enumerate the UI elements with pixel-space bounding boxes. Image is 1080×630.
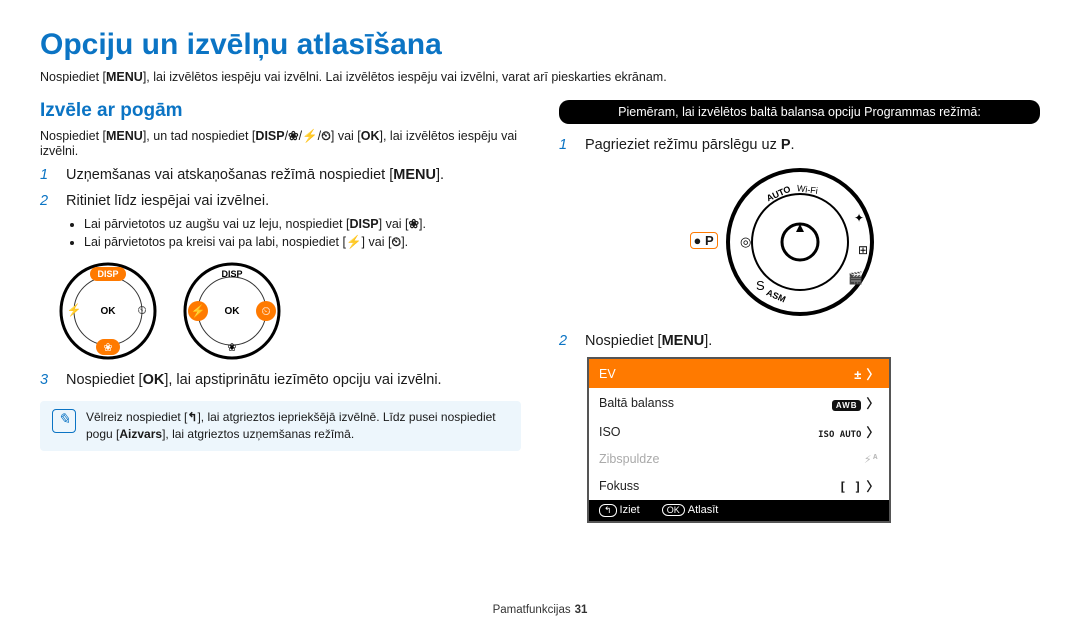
p-mode-highlight: ● P: [690, 232, 718, 249]
r-step-1: 1 Pagrieziet režīmu pārslēgu uz P.: [559, 136, 1040, 156]
step-2-bullets: Lai pārvietotos uz augšu vai uz leju, no…: [70, 215, 521, 251]
svg-text:⚡: ⚡: [191, 304, 206, 318]
svg-text:⏲: ⏲: [137, 303, 146, 317]
lcd-row-iso: ISO ISO AUTO〉: [589, 417, 889, 446]
section-heading: Izvēle ar pogām: [40, 100, 521, 122]
step-2: 2 Ritiniet līdz iespējai vai izvēlnei.: [40, 192, 521, 212]
svg-text:⊞: ⊞: [858, 243, 868, 257]
back-icon: ↰: [599, 504, 617, 517]
lcd-row-ev: EV ±〉: [589, 359, 889, 388]
svg-text:⚡: ⚡: [67, 303, 82, 317]
lcd-row-flash: Zibspuldze ⚡ᴬ: [589, 446, 889, 471]
nav-wheel-b: OK DISP ❀ ⚡ ⏲: [182, 261, 282, 361]
timer-pill-highlight: ⏲: [256, 301, 276, 321]
example-pill: Piemēram, lai izvēlētos baltā balansa op…: [559, 100, 1040, 124]
svg-text:❀: ❀: [103, 342, 112, 354]
section-sub: Nospiediet [MENU], un tad nospiediet [DI…: [40, 128, 521, 158]
lcd-footer: ↰Iziet OKAtlasīt: [589, 500, 889, 521]
flower-pill-highlight: ❀: [96, 339, 120, 355]
menu-label: MENU: [106, 70, 143, 84]
nav-wheel-a: OK ⚡ ⏲ DISP ❀: [58, 261, 158, 361]
left-column: Izvēle ar pogām Nospiediet [MENU], un ta…: [40, 100, 521, 523]
mode-dial: ● P Wi-Fi AUTO ASM ◎ ✦ ⊞: [720, 162, 880, 322]
note-icon: ✎: [52, 409, 76, 433]
svg-text:✦: ✦: [854, 211, 864, 225]
right-column: Piemēram, lai izvēlētos baltā balansa op…: [559, 100, 1040, 523]
svg-text:OK: OK: [101, 306, 117, 317]
svg-text:❀: ❀: [227, 342, 236, 354]
flash-pill-highlight: ⚡: [188, 301, 208, 321]
svg-text:S: S: [756, 278, 765, 293]
ok-icon: OK: [662, 504, 685, 516]
step-1: 1 Uzņemšanas vai atskaņošanas režīmā nos…: [40, 166, 521, 186]
page-title: Opciju un izvēlņu atlasīšana: [40, 28, 1040, 62]
svg-text:OK: OK: [225, 306, 241, 317]
svg-text:DISP: DISP: [97, 269, 118, 279]
step-3: 3 Nospiediet [OK], lai apstiprinātu iezī…: [40, 371, 521, 391]
disp-pill-highlight: DISP: [90, 267, 126, 281]
r-step-2: 2 Nospiediet [MENU].: [559, 332, 1040, 352]
page-footer: Pamatfunkcijas31: [0, 604, 1080, 616]
svg-text:🎬: 🎬: [848, 271, 863, 285]
svg-text:⏲: ⏲: [261, 304, 270, 318]
tip-box: ✎ Vēlreiz nospiediet [↰], lai atgrieztos…: [40, 401, 521, 451]
lcd-row-wb: Baltā balanss AWB〉: [589, 388, 889, 417]
lcd-row-focus: Fokuss [ ]〉: [589, 471, 889, 500]
lcd-menu: EV ±〉 Baltā balanss AWB〉 ISO ISO AUTO〉 Z…: [587, 357, 891, 523]
intro-text: Nospiediet [MENU], lai izvēlētos iespēju…: [40, 70, 1040, 84]
svg-text:DISP: DISP: [221, 269, 242, 279]
svg-text:◎: ◎: [740, 234, 751, 249]
